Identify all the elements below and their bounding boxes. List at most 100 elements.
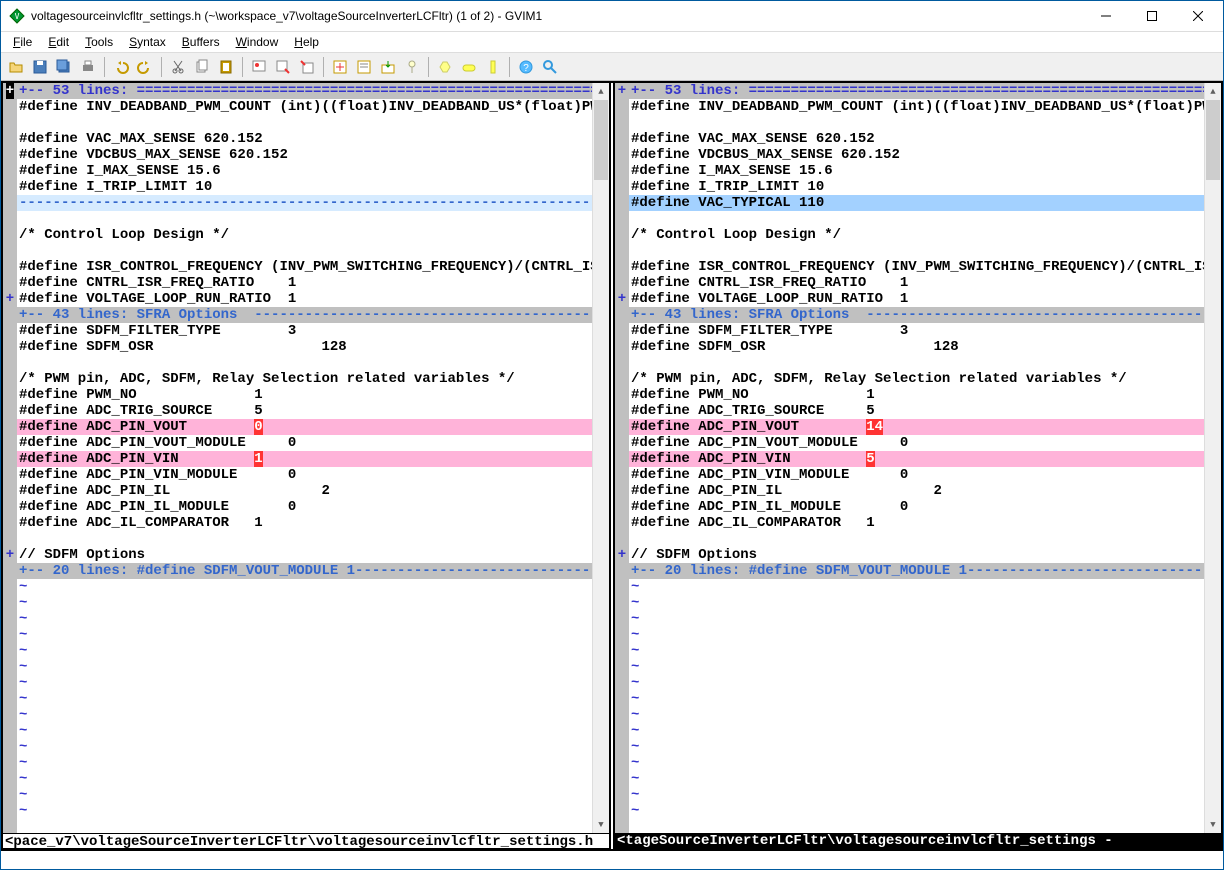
code-line[interactable]: ~ (629, 643, 1204, 659)
fold-marker[interactable] (615, 211, 629, 227)
fold-marker[interactable] (3, 803, 17, 819)
fold-marker[interactable] (3, 115, 17, 131)
code-line[interactable]: +-- 53 lines: ==========================… (629, 83, 1204, 99)
scroll-thumb[interactable] (594, 100, 608, 180)
shell-icon[interactable] (458, 56, 480, 78)
fold-marker[interactable] (615, 355, 629, 371)
fold-marker[interactable] (615, 419, 629, 435)
paste-icon[interactable] (215, 56, 237, 78)
code-line[interactable]: ~ (629, 739, 1204, 755)
load-icon[interactable] (377, 56, 399, 78)
fold-marker[interactable] (615, 531, 629, 547)
code-line[interactable] (629, 243, 1204, 259)
code-line[interactable]: #define SDFM_FILTER_TYPE 3 (629, 323, 1204, 339)
code-line[interactable]: #define VOLTAGE_LOOP_RUN_RATIO 1 (629, 291, 1204, 307)
scrollbar-right[interactable]: ▲ ▼ (1204, 83, 1221, 833)
fold-marker[interactable] (3, 339, 17, 355)
code-line[interactable]: /* Control Loop Design */ (629, 227, 1204, 243)
fold-marker[interactable]: + (615, 291, 629, 307)
fold-marker[interactable] (615, 467, 629, 483)
fold-marker[interactable] (615, 515, 629, 531)
fold-marker[interactable] (615, 131, 629, 147)
menu-file[interactable]: File (5, 33, 40, 51)
fold-column-right[interactable]: +++ (615, 83, 629, 833)
fold-marker[interactable] (3, 323, 17, 339)
code-line[interactable]: #define ADC_IL_COMPARATOR 1 (629, 515, 1204, 531)
fold-marker[interactable] (3, 179, 17, 195)
code-line[interactable]: ~ (629, 755, 1204, 771)
fold-marker[interactable] (615, 275, 629, 291)
code-line[interactable] (17, 243, 592, 259)
code-line[interactable]: #define VOLTAGE_LOOP_RUN_RATIO 1 (17, 291, 592, 307)
code-line[interactable]: #define I_MAX_SENSE 15.6 (17, 163, 592, 179)
fold-marker[interactable] (3, 595, 17, 611)
code-line[interactable]: #define ADC_PIN_VIN 1 (17, 451, 592, 467)
code-line[interactable]: /* PWM pin, ADC, SDFM, Relay Selection r… (629, 371, 1204, 387)
close-button[interactable] (1175, 1, 1221, 31)
code-line[interactable] (629, 211, 1204, 227)
code-line[interactable]: #define ADC_TRIG_SOURCE 5 (17, 403, 592, 419)
fold-marker[interactable] (615, 627, 629, 643)
fold-marker[interactable] (615, 115, 629, 131)
fold-marker[interactable] (615, 723, 629, 739)
code-line[interactable]: #define SDFM_OSR 128 (629, 339, 1204, 355)
code-line[interactable]: #define VAC_MAX_SENSE 620.152 (17, 131, 592, 147)
code-line[interactable]: ~ (629, 659, 1204, 675)
script-icon[interactable] (353, 56, 375, 78)
new-session-icon[interactable] (329, 56, 351, 78)
code-line[interactable]: #define ADC_PIN_VOUT 14 (629, 419, 1204, 435)
fold-marker[interactable] (3, 467, 17, 483)
fold-marker[interactable] (3, 131, 17, 147)
make-icon[interactable] (434, 56, 456, 78)
code-line[interactable]: #define ADC_PIN_VIN_MODULE 0 (17, 467, 592, 483)
code-line[interactable]: #define ISR_CONTROL_FREQUENCY (INV_PWM_S… (17, 259, 592, 275)
copy-icon[interactable] (191, 56, 213, 78)
fold-marker[interactable] (615, 99, 629, 115)
fold-marker[interactable] (3, 659, 17, 675)
find-next-icon[interactable] (272, 56, 294, 78)
scroll-up-icon[interactable]: ▲ (1205, 83, 1221, 100)
find-prev-icon[interactable] (296, 56, 318, 78)
fold-marker[interactable] (3, 611, 17, 627)
code-line[interactable]: ~ (17, 579, 592, 595)
code-line[interactable]: +-- 20 lines: #define SDFM_VOUT_MODULE 1… (17, 563, 592, 579)
menu-syntax[interactable]: Syntax (121, 33, 174, 51)
code-line[interactable]: #define INV_DEADBAND_PWM_COUNT (int)((fl… (17, 99, 592, 115)
code-line[interactable]: #define PWM_NO 1 (629, 387, 1204, 403)
code-line[interactable]: #define VAC_TYPICAL 110 (629, 195, 1204, 211)
code-line[interactable]: +-- 43 lines: SFRA Options -------------… (17, 307, 592, 323)
find-replace-icon[interactable] (248, 56, 270, 78)
code-line[interactable]: ~ (629, 787, 1204, 803)
saveall-icon[interactable] (53, 56, 75, 78)
fold-marker[interactable] (3, 243, 17, 259)
fold-marker[interactable] (3, 755, 17, 771)
code-line[interactable]: // SDFM Options (17, 547, 592, 563)
code-line[interactable]: #define ISR_CONTROL_FREQUENCY (INV_PWM_S… (629, 259, 1204, 275)
fold-marker[interactable] (615, 739, 629, 755)
code-line[interactable]: ~ (17, 611, 592, 627)
fold-marker[interactable] (615, 819, 629, 833)
fold-marker[interactable] (615, 163, 629, 179)
code-line[interactable]: ~ (629, 723, 1204, 739)
fold-marker[interactable] (615, 371, 629, 387)
command-line[interactable] (1, 851, 1223, 869)
fold-marker[interactable] (3, 627, 17, 643)
fold-marker[interactable] (615, 147, 629, 163)
fold-marker[interactable] (615, 451, 629, 467)
code-line[interactable]: ~ (17, 787, 592, 803)
code-line[interactable]: #define ADC_PIN_VIN_MODULE 0 (629, 467, 1204, 483)
code-line[interactable]: #define INV_DEADBAND_PWM_COUNT (int)((fl… (629, 99, 1204, 115)
maximize-button[interactable] (1129, 1, 1175, 31)
fold-marker[interactable]: + (615, 547, 629, 563)
fold-marker[interactable] (615, 611, 629, 627)
fold-marker[interactable] (3, 643, 17, 659)
fold-marker[interactable] (3, 531, 17, 547)
fold-marker[interactable] (3, 483, 17, 499)
fold-marker[interactable]: + (3, 547, 17, 563)
fold-marker[interactable] (3, 99, 17, 115)
fold-marker[interactable]: + (3, 291, 17, 307)
fold-marker[interactable] (3, 227, 17, 243)
help-icon[interactable]: ? (515, 56, 537, 78)
fold-marker[interactable] (3, 691, 17, 707)
code-line[interactable]: ~ (629, 803, 1204, 819)
